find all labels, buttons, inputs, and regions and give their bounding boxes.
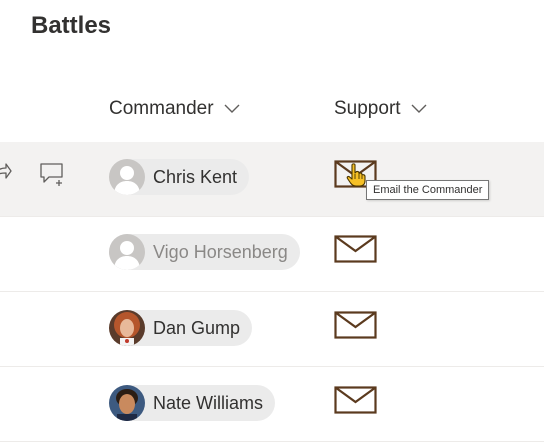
avatar — [109, 385, 145, 421]
chevron-down-icon — [411, 104, 427, 113]
table-row[interactable]: Vigo Horsenberg — [0, 217, 544, 292]
table-row[interactable]: Nate Williams — [0, 367, 544, 442]
avatar — [109, 310, 145, 346]
share-icon[interactable] — [0, 162, 12, 182]
page-title: Battles — [31, 12, 112, 39]
table-row[interactable]: Dan Gump — [0, 292, 544, 367]
persona-name: Chris Kent — [153, 166, 238, 187]
persona-chip[interactable]: Nate Williams — [109, 385, 276, 421]
column-header-support[interactable]: Support — [334, 98, 427, 120]
mail-icon[interactable] — [334, 311, 377, 339]
persona-name: Nate Williams — [153, 392, 264, 413]
persona-chip[interactable]: Chris Kent — [109, 159, 250, 195]
mail-icon[interactable] — [334, 386, 377, 414]
add-comment-icon[interactable] — [40, 163, 66, 187]
persona-name: Vigo Horsenberg — [153, 241, 288, 262]
avatar — [109, 234, 145, 270]
persona-name: Dan Gump — [153, 317, 241, 338]
persona-chip[interactable]: Vigo Horsenberg — [109, 234, 300, 270]
mail-icon[interactable] — [334, 235, 377, 263]
column-header-commander[interactable]: Commander — [109, 98, 240, 120]
persona-chip[interactable]: Dan Gump — [109, 310, 253, 346]
tooltip: Email the Commander — [366, 180, 490, 200]
avatar — [109, 159, 145, 195]
column-header-support-label: Support — [334, 98, 401, 119]
hand-pointer-icon — [346, 163, 366, 187]
chevron-down-icon — [224, 104, 240, 113]
column-header-commander-label: Commander — [109, 98, 214, 119]
